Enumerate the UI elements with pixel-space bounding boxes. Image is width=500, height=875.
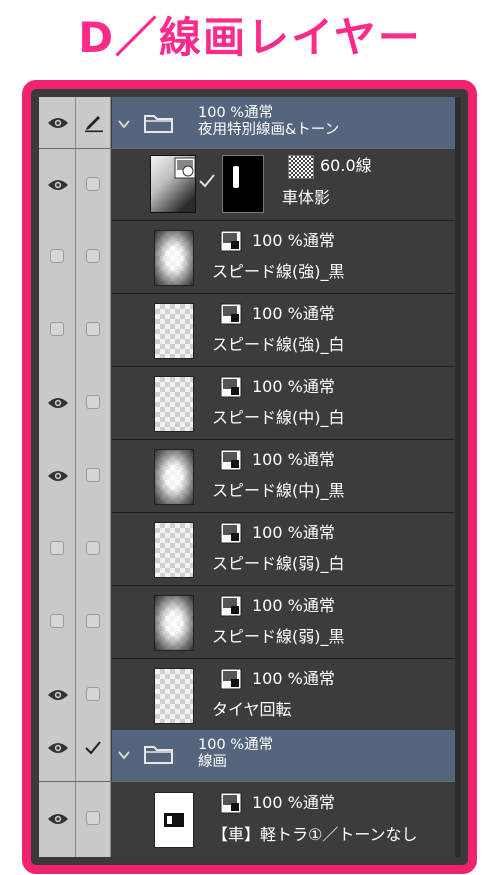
eye-icon[interactable] <box>47 688 69 702</box>
layer-thumbnail <box>154 449 194 505</box>
visibility-checkbox[interactable] <box>50 541 64 555</box>
visibility-checkbox[interactable] <box>50 249 64 263</box>
eye-icon[interactable] <box>47 178 69 192</box>
edit-checkbox[interactable] <box>86 614 100 628</box>
edit-checkbox[interactable] <box>86 541 100 555</box>
layer-thumbnail <box>154 230 194 286</box>
layer-row[interactable]: 100 %通常スピード線(強)_黒 <box>39 221 461 294</box>
folder-content[interactable]: 100 %通常 夜用特別線画&トーン <box>112 97 461 149</box>
visibility-checkbox[interactable] <box>50 614 64 628</box>
layer-blend-icon <box>220 449 242 471</box>
layer-name: スピード線(弱)_白 <box>212 554 345 573</box>
layer-blend-icon <box>220 522 242 544</box>
folder-opacity-mode: 100 %通常 <box>198 105 274 121</box>
layer-opacity-mode: 100 %通常 <box>252 450 335 469</box>
edit-checkbox[interactable] <box>86 177 100 191</box>
layer-content[interactable]: 100 %通常スピード線(中)_白 <box>112 367 461 440</box>
layer-row[interactable]: 100 %通常スピード線(弱)_黒 <box>39 586 461 659</box>
edit-checkbox[interactable] <box>86 468 100 482</box>
visibility-checkbox[interactable] <box>50 322 64 336</box>
layer-type-icon <box>174 157 196 179</box>
eye-icon[interactable] <box>47 396 69 410</box>
eye-icon[interactable] <box>47 116 69 130</box>
folder-icon <box>144 746 173 764</box>
layer-thumbnail <box>154 522 194 578</box>
folder-row-1[interactable]: 100 %通常 夜用特別線画&トーン <box>39 97 461 149</box>
layer-name: 車体影 <box>282 188 331 207</box>
layer-content[interactable]: 100 %通常タイヤ回転 <box>112 659 461 732</box>
layer-row[interactable]: 100 %通常スピード線(弱)_白 <box>39 513 461 586</box>
layer-content[interactable]: 100 %通常スピード線(強)_黒 <box>112 221 461 294</box>
layer-blend-icon <box>220 230 242 252</box>
layer-blend-icon <box>220 376 242 398</box>
tone-icon <box>288 155 314 179</box>
layer-panel: 100 %通常 夜用特別線画&トーン 60.0線 車体影 100 %通常 スピー… <box>39 97 461 857</box>
layer-blend-icon <box>220 668 242 690</box>
layer-opacity-mode: 100 %通常 <box>252 669 335 688</box>
folder-name: 夜用特別線画&トーン <box>198 122 340 138</box>
layer-opacity-mode: 100 %通常 <box>252 231 335 250</box>
layer-row[interactable]: 100 %通常タイヤ回転 <box>39 659 461 732</box>
chevron-down-icon[interactable] <box>118 119 130 129</box>
edit-checkbox[interactable] <box>86 322 100 336</box>
layer-name: タイヤ回転 <box>212 700 292 719</box>
check-icon <box>199 174 215 188</box>
layer-thumbnail <box>154 303 194 359</box>
edit-checkbox[interactable] <box>86 249 100 263</box>
folder-name: 線画 <box>198 754 227 770</box>
folder-icon <box>144 115 173 133</box>
layer-thumbnail <box>154 595 194 651</box>
layer-thumbnail <box>154 792 194 848</box>
layer-row[interactable]: 100 %通常スピード線(強)_白 <box>39 294 461 367</box>
layer-name: スピード線(中)_黒 <box>212 481 345 500</box>
pen-icon[interactable] <box>83 111 105 133</box>
layer-row-last[interactable]: 100 %通常 【車】軽トラ①／トーンなし <box>39 782 461 857</box>
layer-blend-icon <box>220 595 242 617</box>
layer-blend-icon <box>220 303 242 325</box>
layer-name: スピード線(弱)_黒 <box>212 627 345 646</box>
chevron-down-icon[interactable] <box>118 750 130 760</box>
layer-name: 【車】軽トラ①／トーンなし <box>212 825 418 844</box>
layer-opacity-mode: 100 %通常 <box>252 523 335 542</box>
scrollbar[interactable] <box>455 97 461 857</box>
eye-icon[interactable] <box>47 741 69 755</box>
eye-icon[interactable] <box>47 812 69 826</box>
page-title: D／線画レイヤー <box>78 13 422 62</box>
layer-name: スピード線(強)_黒 <box>212 262 345 281</box>
edit-checkbox[interactable] <box>86 395 100 409</box>
layer-content[interactable]: 100 %通常スピード線(弱)_黒 <box>112 586 461 659</box>
layer-content[interactable]: 100 %通常スピード線(弱)_白 <box>112 513 461 586</box>
folder-content[interactable]: 100 %通常 線画 <box>112 730 461 782</box>
folder-opacity-mode: 100 %通常 <box>198 737 274 753</box>
check-icon[interactable] <box>84 740 102 756</box>
layer-row[interactable]: 100 %通常スピード線(中)_白 <box>39 367 461 440</box>
layer-opacity-mode: 100 %通常 <box>252 596 335 615</box>
eye-icon[interactable] <box>47 469 69 483</box>
layer-opacity-mode: 100 %通常 <box>252 377 335 396</box>
layer-opacity-mode: 100 %通常 <box>252 793 335 812</box>
layer-thumbnail <box>154 668 194 724</box>
layer-content[interactable]: 100 %通常スピード線(中)_黒 <box>112 440 461 513</box>
layer-thumbnail <box>154 376 194 432</box>
layer-content[interactable]: 100 %通常スピード線(強)_白 <box>112 294 461 367</box>
layer-content[interactable]: 100 %通常 【車】軽トラ①／トーンなし <box>112 782 461 857</box>
edit-checkbox[interactable] <box>86 811 100 825</box>
layer-row[interactable]: 100 %通常スピード線(中)_黒 <box>39 440 461 513</box>
layer-opacity-mode: 100 %通常 <box>252 304 335 323</box>
folder-row-2[interactable]: 100 %通常 線画 <box>39 730 461 782</box>
highlight-frame: 100 %通常 夜用特別線画&トーン 60.0線 車体影 100 %通常 スピー… <box>22 80 477 874</box>
layer-name: スピード線(強)_白 <box>212 335 345 354</box>
edit-checkbox[interactable] <box>86 687 100 701</box>
layer-name: スピード線(中)_白 <box>212 408 345 427</box>
layer-row-mask[interactable]: 60.0線 車体影 <box>39 149 461 221</box>
layer-content[interactable]: 60.0線 車体影 <box>112 149 461 221</box>
layer-blend-icon <box>220 792 242 814</box>
layer-opacity-mode: 60.0線 <box>320 156 372 175</box>
mask-thumbnail <box>222 155 264 213</box>
